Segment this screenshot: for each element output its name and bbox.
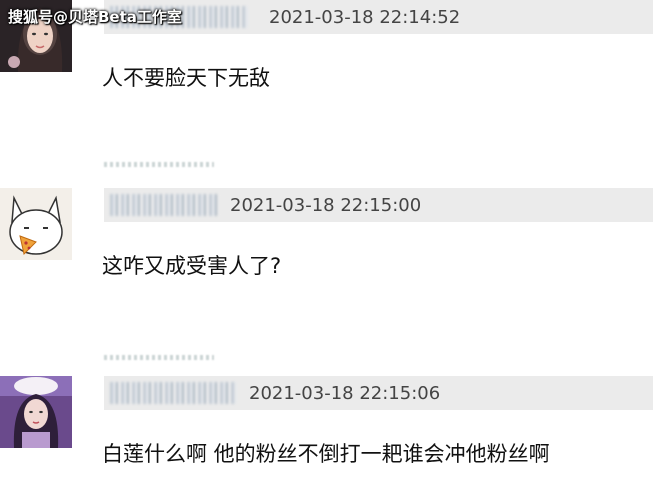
comment-header: 2021-03-18 22:15:00 [104,188,653,222]
comment-item: 2021-03-18 22:15:00 这咋又成受害人了? [0,188,653,348]
username-redacted [110,194,218,216]
divider [104,162,214,167]
avatar[interactable] [0,376,72,448]
watermark: 搜狐号@贝塔Beta工作室 [8,8,182,26]
comment-text: 白莲什么啊 他的粉丝不倒打一耙谁会冲他粉丝啊 [102,442,550,466]
comment-header: 2021-03-18 22:15:06 [104,376,653,410]
comment-timestamp: 2021-03-18 22:15:00 [230,195,422,216]
comment-timestamp: 2021-03-18 22:15:06 [249,383,441,404]
comment-text: 这咋又成受害人了? [102,254,282,278]
comment-timestamp: 2021-03-18 22:14:52 [269,7,461,28]
comment-item: 2021-03-18 22:15:06 白莲什么啊 他的粉丝不倒打一耙谁会冲他粉… [0,376,653,493]
divider [104,355,214,360]
avatar[interactable] [0,188,72,260]
comment-text: 人不要脸天下无敌 [102,66,270,90]
comment-header: 2021-03-18 22:14:52 [104,0,653,34]
username-redacted [110,382,236,404]
